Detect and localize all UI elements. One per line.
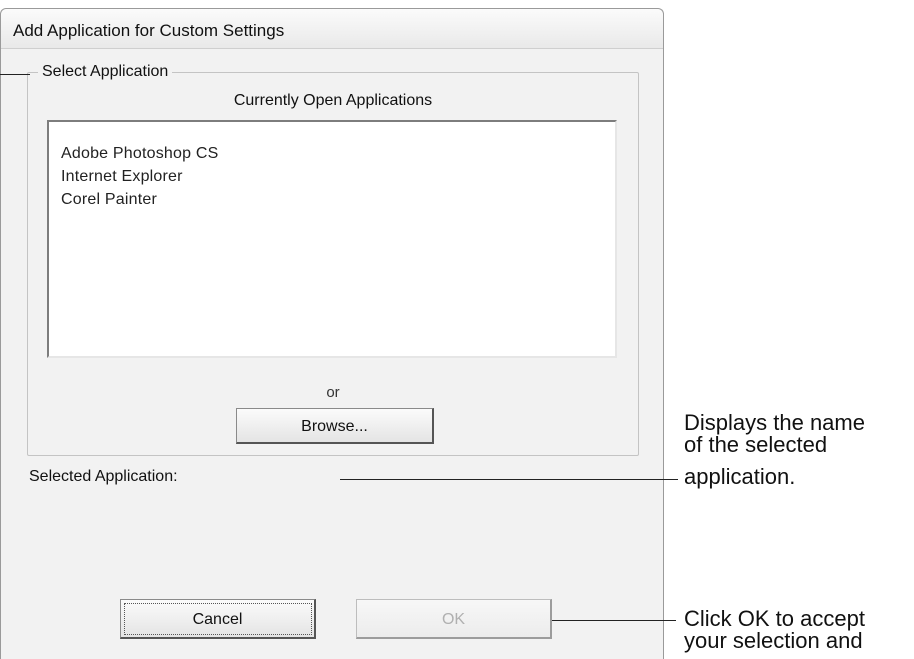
selected-application-callout: Displays the name of the selected applic… (684, 412, 865, 488)
ok-button-callout-line (552, 620, 676, 621)
callout-line: Click OK to accept (684, 606, 865, 631)
list-item[interactable]: Corel Painter (61, 188, 615, 211)
callout-line: Displays the name (684, 410, 865, 435)
currently-open-applications-label: Currently Open Applications (233, 92, 433, 109)
list-item[interactable]: Adobe Photoshop CS (61, 142, 615, 165)
ok-button-callout: Click OK to accept your selection and (684, 608, 865, 652)
select-application-group-label: Select Application (38, 63, 173, 81)
callout-line: your selection and (684, 628, 863, 653)
callout-line: application. (684, 464, 796, 489)
dialog-title: Add Application for Custom Settings (13, 21, 285, 40)
page: Add Application for Custom Settings Sele… (0, 0, 914, 659)
group-callout-line (0, 74, 30, 75)
or-label: or (326, 384, 340, 401)
cancel-button[interactable]: Cancel (120, 599, 316, 639)
callout-line: of the selected (684, 432, 828, 457)
list-item[interactable]: Internet Explorer (61, 165, 615, 188)
browse-button[interactable]: Browse... (236, 408, 434, 444)
dialog-titlebar[interactable]: Add Application for Custom Settings (1, 9, 663, 49)
selected-application-label: Selected Application: (29, 468, 178, 485)
ok-button[interactable]: OK (356, 599, 552, 639)
open-applications-list[interactable]: Adobe Photoshop CS Internet Explorer Cor… (47, 120, 617, 358)
selected-application-callout-line (340, 479, 678, 480)
